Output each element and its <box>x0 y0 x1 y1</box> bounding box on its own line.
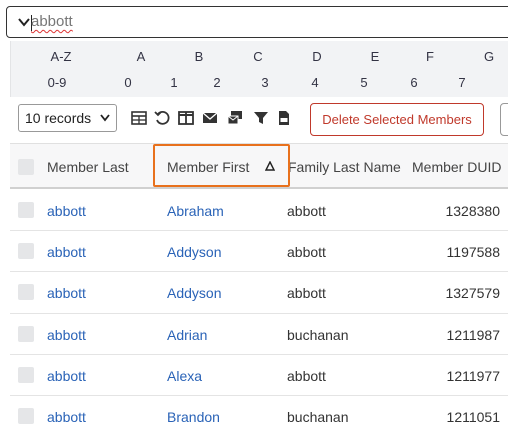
alpha-filter-3[interactable]: 3 <box>261 75 268 90</box>
family-last-name: abbott <box>287 203 326 219</box>
member-first-link[interactable]: Adrian <box>167 327 207 343</box>
alpha-filter-b[interactable]: B <box>195 49 204 64</box>
member-first-link[interactable]: Alexa <box>167 368 202 384</box>
family-last-name: abbott <box>287 244 326 261</box>
table-icon[interactable] <box>131 110 147 126</box>
column-header-member-last[interactable]: Member Last <box>47 159 129 175</box>
alpha-filter-6[interactable]: 6 <box>410 75 417 90</box>
row-checkbox[interactable] <box>18 366 34 383</box>
alpha-filter-1[interactable]: 1 <box>170 75 177 90</box>
member-last-link[interactable]: abbott <box>47 285 86 301</box>
row-checkbox[interactable] <box>18 243 34 260</box>
member-last-link[interactable]: abbott <box>47 203 86 219</box>
member-first-link[interactable]: Addyson <box>167 285 221 301</box>
filter-icon[interactable] <box>253 110 269 126</box>
alphabet-filter: A-Z A B C D E F G 0-9 0 1 2 3 4 5 6 7 <box>10 41 508 97</box>
alpha-filter-5[interactable]: 5 <box>360 75 367 90</box>
member-duid: 1328380 <box>445 203 500 219</box>
member-first-link[interactable]: Addyson <box>167 244 221 260</box>
member-duid: 1197588 <box>446 244 500 261</box>
alpha-filter-a-z[interactable]: A-Z <box>51 49 72 64</box>
toolbar-overflow-button[interactable] <box>500 103 508 136</box>
family-last-name: abbott <box>287 367 326 384</box>
alpha-filter-0[interactable]: 0 <box>124 75 131 90</box>
csv-file-icon[interactable] <box>276 110 292 126</box>
columns-icon[interactable] <box>178 110 194 126</box>
alpha-filter-c[interactable]: C <box>253 49 262 64</box>
envelope-icon[interactable] <box>202 110 218 126</box>
column-header-family-last-name[interactable]: Family Last Name <box>288 159 401 175</box>
alpha-filter-7[interactable]: 7 <box>458 75 465 90</box>
records-per-page-value: 10 records <box>25 110 92 126</box>
sort-ascending-icon[interactable] <box>265 161 275 171</box>
table-row: abbott Brandon buchanan 1211051 <box>10 396 508 433</box>
column-header-member-duid[interactable]: Member DUID <box>412 159 501 175</box>
search-input[interactable]: abbott <box>6 6 508 38</box>
chevron-down-icon <box>100 114 110 122</box>
row-checkbox[interactable] <box>18 325 34 342</box>
member-first-link[interactable]: Abraham <box>167 203 224 219</box>
row-checkbox[interactable] <box>18 407 34 424</box>
table-toolbar: 10 records Delete Selected Members <box>10 98 508 142</box>
member-duid: 1211977 <box>446 367 500 384</box>
family-last-name: buchanan <box>287 326 349 343</box>
table-row: abbott Adrian buchanan 1211987 <box>10 314 508 355</box>
member-duid: 1211051 <box>446 408 500 425</box>
row-checkbox[interactable] <box>18 284 34 301</box>
search-value: abbott <box>31 13 73 30</box>
alpha-filter-4[interactable]: 4 <box>311 75 318 90</box>
select-all-checkbox[interactable] <box>18 159 34 175</box>
member-duid: 1211987 <box>446 326 500 343</box>
member-first-link[interactable]: Brandon <box>167 409 220 425</box>
alpha-filter-2[interactable]: 2 <box>213 75 220 90</box>
alpha-filter-a[interactable]: A <box>137 49 146 64</box>
member-last-link[interactable]: abbott <box>47 368 86 384</box>
table-row: abbott Addyson abbott 1327579 <box>10 272 508 314</box>
delete-selected-members-button[interactable]: Delete Selected Members <box>310 103 484 136</box>
records-per-page-select[interactable]: 10 records <box>18 104 117 132</box>
family-last-name: buchanan <box>287 408 349 425</box>
table-row: abbott Abraham abbott 1328380 <box>10 190 508 232</box>
members-table-body: abbott Abraham abbott 1328380 abbott Add… <box>10 190 508 433</box>
alpha-filter-g[interactable]: G <box>484 49 494 64</box>
member-last-link[interactable]: abbott <box>47 409 86 425</box>
table-row: abbott Alexa abbott 1211977 <box>10 355 508 396</box>
mail-merge-icon[interactable] <box>227 110 243 126</box>
alpha-filter-0-9[interactable]: 0-9 <box>48 75 67 90</box>
alpha-filter-e[interactable]: E <box>371 49 380 64</box>
member-duid: 1327579 <box>445 285 500 302</box>
undo-icon[interactable] <box>154 110 170 126</box>
member-last-link[interactable]: abbott <box>47 244 86 260</box>
row-checkbox[interactable] <box>18 202 34 218</box>
table-row: abbott Addyson abbott 1197588 <box>10 231 508 273</box>
chevron-down-icon[interactable] <box>17 15 31 29</box>
member-last-link[interactable]: abbott <box>47 327 86 343</box>
family-last-name: abbott <box>287 285 326 302</box>
alpha-filter-d[interactable]: D <box>312 49 321 64</box>
alpha-filter-f[interactable]: F <box>426 49 434 64</box>
